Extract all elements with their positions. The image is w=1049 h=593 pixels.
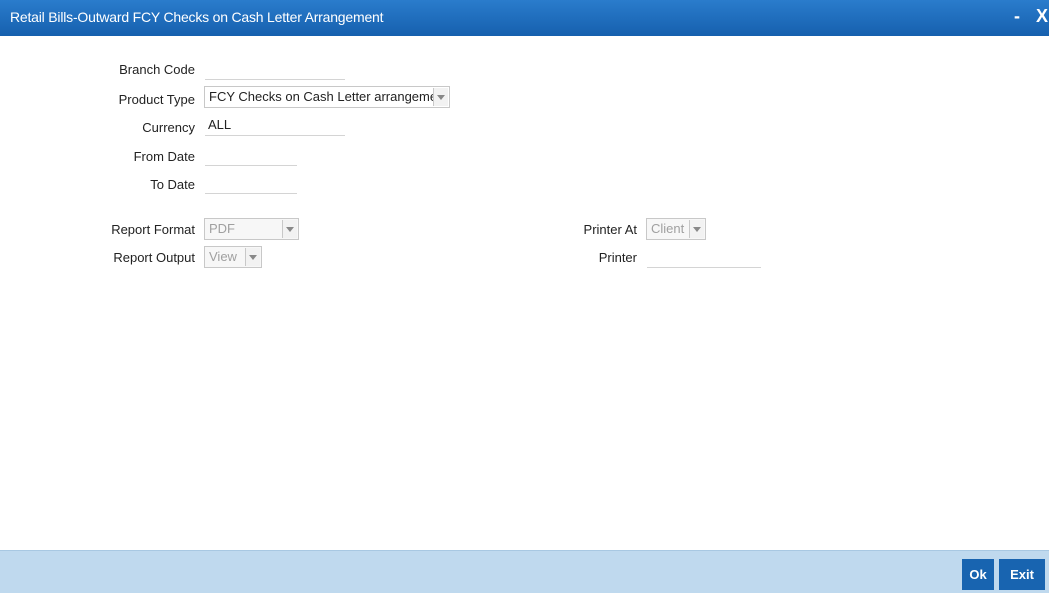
branch-code-input[interactable] [205,58,345,80]
from-date-input[interactable] [205,144,297,166]
product-type-value: FCY Checks on Cash Letter arrangement [209,89,448,104]
exit-button[interactable]: Exit [999,559,1045,590]
currency-label: Currency [142,120,195,135]
ok-button[interactable]: Ok [962,559,994,590]
window-titlebar: Retail Bills-Outward FCY Checks on Cash … [0,0,1049,36]
chevron-down-icon [245,248,260,266]
printer-input[interactable] [647,246,761,268]
printer-at-label: Printer At [583,222,637,237]
to-date-label: To Date [150,177,195,192]
report-output-label: Report Output [113,250,195,265]
from-date-label: From Date [133,149,195,164]
currency-input[interactable]: ALL [205,114,345,136]
chevron-down-icon [433,88,448,106]
chevron-down-icon [282,220,297,238]
printer-at-select[interactable]: Client [646,218,706,240]
chevron-down-icon [689,220,704,238]
printer-at-value: Client [651,221,685,236]
close-button[interactable]: X [1036,6,1048,26]
branch-code-label: Branch Code [119,62,195,77]
printer-label: Printer [598,250,637,265]
window-title: Retail Bills-Outward FCY Checks on Cash … [10,9,384,25]
to-date-input[interactable] [205,172,297,194]
product-type-select[interactable]: FCY Checks on Cash Letter arrangement [204,86,450,108]
product-type-label: Product Type [118,92,195,107]
report-output-select[interactable]: View [204,246,262,268]
report-format-label: Report Format [111,222,195,237]
minimize-button[interactable]: - [1014,6,1020,26]
report-output-value: View [209,249,237,264]
report-format-value: PDF [209,221,235,236]
footer-bar: Ok Exit [0,550,1049,593]
report-format-select[interactable]: PDF [204,218,299,240]
